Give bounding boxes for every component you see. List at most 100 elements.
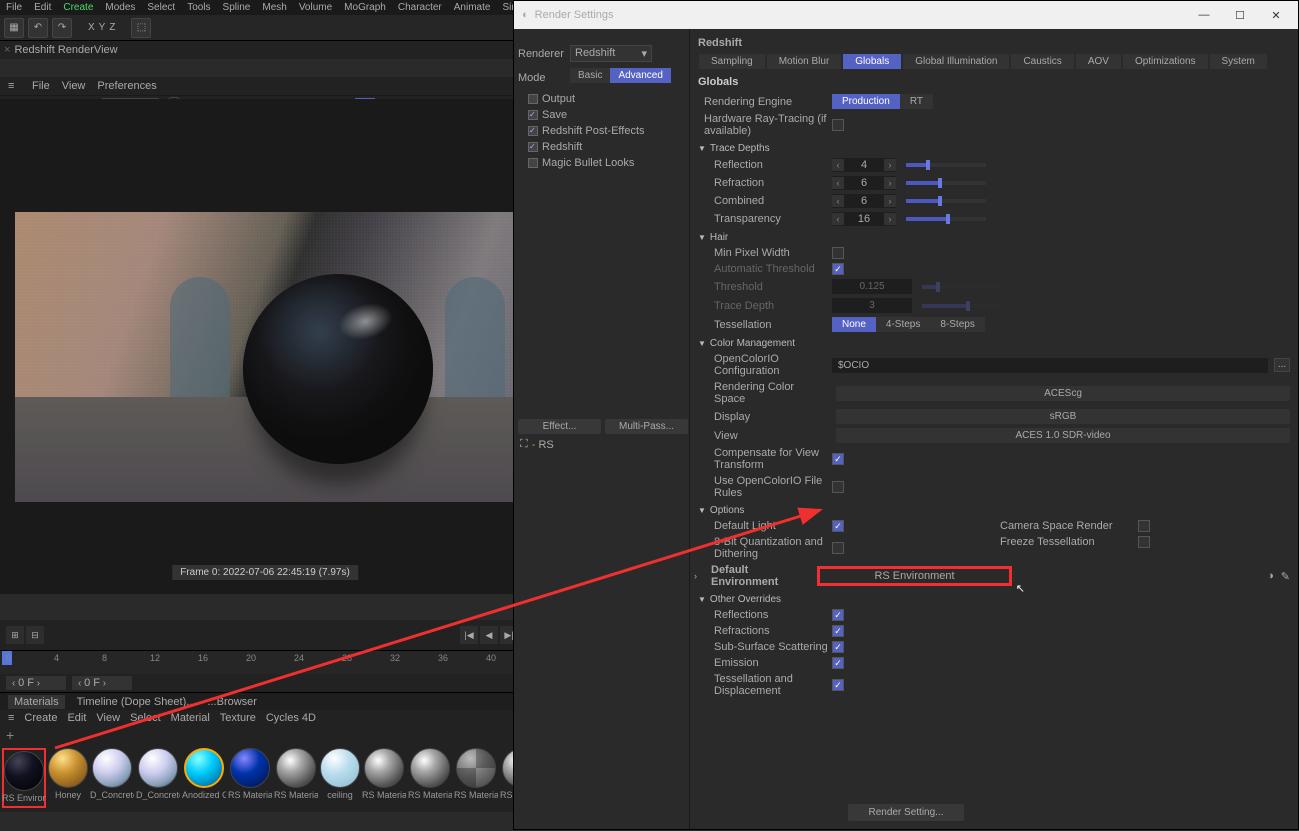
frame-end-field[interactable]: ‹ 0 F › [72, 676, 132, 690]
tree-checkbox[interactable] [528, 110, 538, 120]
close-tab-icon[interactable]: × [4, 44, 10, 56]
settings-tab[interactable]: Optimizations [1122, 53, 1209, 70]
ocio-rules-checkbox[interactable] [832, 481, 844, 493]
other-overrides-group[interactable]: Other Overrides [698, 594, 1290, 605]
tab-browser[interactable]: ...Browser [207, 696, 257, 708]
toolbar-icon[interactable]: ▦ [4, 18, 24, 38]
tree-checkbox[interactable] [528, 142, 538, 152]
option-checkbox[interactable] [1138, 520, 1150, 532]
settings-tab[interactable]: Motion Blur [766, 53, 843, 70]
ocio-config-field[interactable]: $OCIO [832, 358, 1268, 373]
pill-production[interactable]: Production [832, 94, 900, 109]
tab-dopesheet[interactable]: Timeline (Dope Sheet)... [77, 696, 196, 708]
expand-arrow-icon[interactable]: › [694, 571, 697, 581]
hair-group[interactable]: Hair [698, 232, 1290, 243]
material-item[interactable]: D_Concrete [136, 748, 180, 808]
material-swatch-icon[interactable]: ◑ [1267, 570, 1274, 582]
options-group[interactable]: Options [698, 505, 1290, 516]
tab-materials[interactable]: Materials [8, 695, 65, 709]
settings-tab[interactable]: System [1209, 53, 1268, 70]
expand-icon[interactable]: ⛶ [520, 438, 528, 451]
tree-item[interactable]: Redshift Post-Effects [524, 123, 685, 139]
renderer-select[interactable]: Redshift ▾ [570, 45, 652, 62]
main-menu-tools[interactable]: Tools [187, 2, 210, 13]
main-menu-character[interactable]: Character [398, 2, 442, 13]
main-menu-mograph[interactable]: MoGraph [344, 2, 386, 13]
rv-menu-preferences[interactable]: Preferences [97, 80, 156, 92]
timeline-step-back[interactable]: ◀ [480, 626, 498, 644]
settings-tab[interactable]: AOV [1075, 53, 1122, 70]
tree-item[interactable]: Output [524, 91, 685, 107]
color-mgmt-group[interactable]: Color Management [698, 338, 1290, 349]
tree-item[interactable]: Redshift [524, 139, 685, 155]
ocio-browse-button[interactable]: ... [1274, 358, 1290, 372]
material-item[interactable]: D_Concrete [90, 748, 134, 808]
main-menu-create[interactable]: Create [63, 2, 93, 13]
main-menu-spline[interactable]: Spline [223, 2, 251, 13]
maximize-button[interactable]: ☐ [1226, 5, 1254, 25]
numeric-field[interactable]: ‹6› [832, 194, 896, 208]
viewport-tab-label[interactable]: Redshift RenderView [14, 44, 117, 56]
tree-checkbox[interactable] [528, 94, 538, 104]
mat-menu-edit[interactable]: Edit [67, 712, 86, 724]
settings-tab[interactable]: Caustics [1010, 53, 1074, 70]
material-item[interactable]: RS Material [228, 748, 272, 808]
close-button[interactable]: ✕ [1262, 5, 1290, 25]
override-checkbox[interactable] [832, 641, 844, 653]
main-menu-file[interactable]: File [6, 2, 22, 13]
material-item[interactable]: RS Material [408, 748, 452, 808]
material-item[interactable]: RS Material [274, 748, 318, 808]
numeric-field[interactable]: ‹4› [832, 158, 896, 172]
hamburger-icon[interactable]: ≡ [8, 712, 14, 724]
timeline-ruler[interactable]: 0481216202428323640 [0, 650, 524, 674]
rv-menu-view[interactable]: View [62, 80, 86, 92]
numeric-field[interactable]: ‹6› [832, 176, 896, 190]
trace-depths-group[interactable]: Trace Depths [698, 143, 1290, 154]
slider[interactable] [906, 217, 986, 221]
tree-item[interactable]: Save [524, 107, 685, 123]
main-menu-modes[interactable]: Modes [105, 2, 135, 13]
slider[interactable] [906, 199, 986, 203]
numeric-field[interactable]: ‹16› [832, 212, 896, 226]
main-menu-select[interactable]: Select [147, 2, 175, 13]
settings-tab[interactable]: Globals [842, 53, 902, 70]
mat-menu-cycles4d[interactable]: Cycles 4D [266, 712, 316, 724]
override-checkbox[interactable] [832, 609, 844, 621]
option-checkbox[interactable] [1138, 536, 1150, 548]
multipass-button[interactable]: Multi-Pass... [605, 419, 688, 434]
minimize-button[interactable]: — [1190, 5, 1218, 25]
tree-checkbox[interactable] [528, 158, 538, 168]
toolbar-redo-icon[interactable]: ↷ [52, 18, 72, 38]
main-menu-mesh[interactable]: Mesh [262, 2, 286, 13]
min-pixel-width-checkbox[interactable] [832, 247, 844, 259]
effect-button[interactable]: Effect... [518, 419, 601, 434]
material-item[interactable]: ceiling [320, 748, 360, 808]
mode-tab-advanced[interactable]: Advanced [610, 68, 670, 83]
tree-item[interactable]: Magic Bullet Looks [524, 155, 685, 171]
edit-icon[interactable]: ✎ [1281, 570, 1290, 583]
tree-checkbox[interactable] [528, 126, 538, 136]
pill-tess[interactable]: 8-Steps [930, 317, 984, 332]
threshold-field[interactable]: 0.125 [832, 279, 912, 294]
pill-tess[interactable]: None [832, 317, 876, 332]
timeline-prev-key[interactable]: |◀ [460, 626, 478, 644]
timeline-icon[interactable]: ⊟ [26, 626, 44, 644]
slider[interactable] [906, 163, 986, 167]
main-menu-volume[interactable]: Volume [299, 2, 332, 13]
mat-menu-material[interactable]: Material [171, 712, 210, 724]
toolbar-icon[interactable]: ⬚ [131, 18, 151, 38]
add-material-icon[interactable]: + [6, 727, 14, 743]
window-titlebar[interactable]: ◐Render Settings — ☐ ✕ [514, 1, 1298, 29]
material-item[interactable]: Anodized G [182, 748, 226, 808]
auto-threshold-checkbox[interactable] [832, 263, 844, 275]
material-item[interactable]: Honey [48, 748, 88, 808]
cm-select[interactable]: sRGB [836, 409, 1290, 424]
override-checkbox[interactable] [832, 657, 844, 669]
override-checkbox[interactable] [832, 679, 844, 691]
axis-z[interactable]: Z [109, 22, 115, 33]
hwrt-checkbox[interactable] [832, 119, 844, 131]
mat-menu-select[interactable]: Select [130, 712, 161, 724]
hamburger-icon[interactable]: ≡ [8, 80, 20, 92]
render-viewport[interactable]: Frame 0: 2022-07-06 22:45:19 (7.97s) [0, 99, 530, 594]
material-item[interactable]: RS Material [362, 748, 406, 808]
